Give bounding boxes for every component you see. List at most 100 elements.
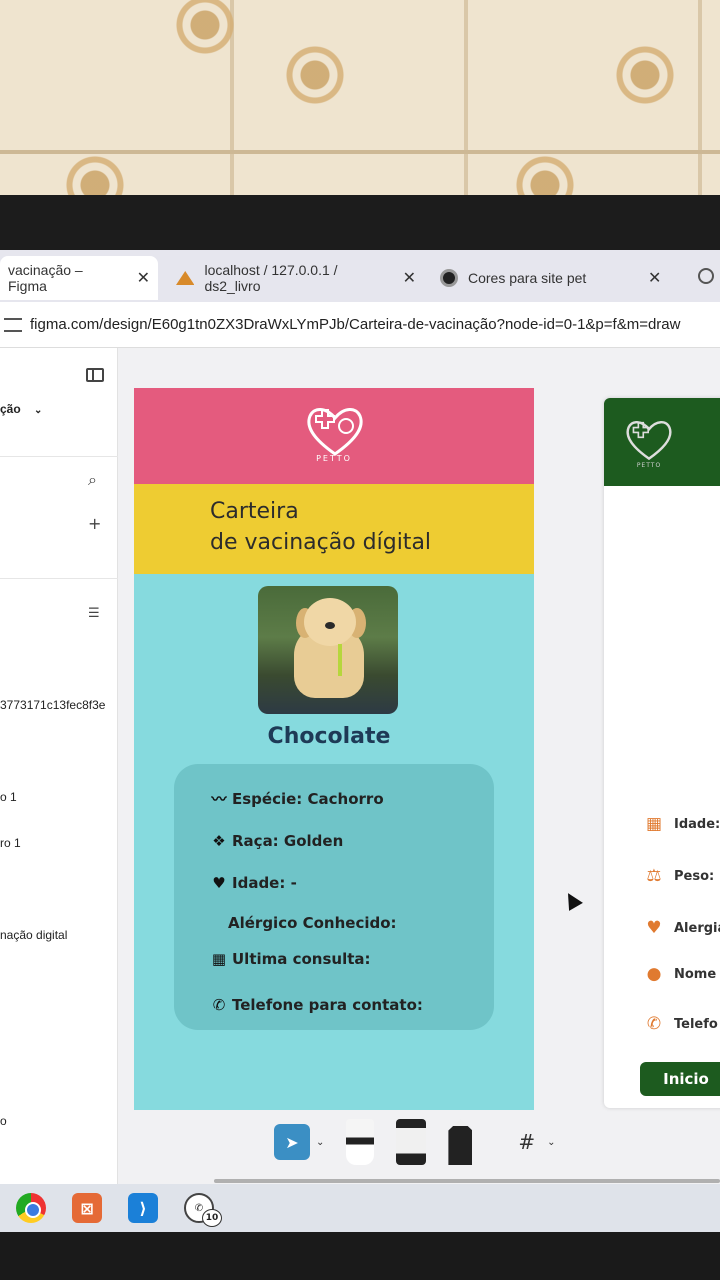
add-page-icon[interactable]: + (88, 514, 101, 533)
card2-row-idade: ▦ Idade: (644, 814, 720, 834)
info-telefone: ✆ Telefone para contato: (210, 996, 423, 1014)
notification-badge: 10 (202, 1209, 222, 1227)
info-idade: ♥ Idade: - (210, 874, 297, 892)
user-icon: ● (646, 964, 662, 984)
title-line-2: de vacinação dígital (210, 530, 432, 555)
monitor-bezel-bottom (0, 1232, 720, 1280)
card-header: PETTO (134, 388, 534, 484)
chevron-down-icon[interactable]: ⌄ (34, 405, 42, 416)
layer-item[interactable]: o (0, 1114, 7, 1128)
address-bar[interactable]: figma.com/design/E60g1tn0ZX3DraWxLYmPJb/… (0, 302, 720, 348)
file-name-label: ção (0, 402, 21, 416)
dog-nose (325, 622, 335, 629)
card-title: Carteira de vacinação dígital (210, 496, 431, 558)
heart-icon: ♥ (646, 918, 662, 938)
telefone-text: Telefone para contato: (232, 996, 423, 1014)
idade-text: Idade: - (232, 874, 297, 892)
file-name[interactable]: ção ⌄ (0, 402, 42, 416)
site-settings-icon[interactable] (4, 317, 22, 332)
divider (0, 578, 118, 579)
tab-cores[interactable]: Cores para site pet ✕ (432, 256, 682, 300)
pen-tool-icon[interactable] (346, 1119, 375, 1165)
site-icon (440, 269, 458, 287)
close-tab-icon[interactable]: ✕ (137, 268, 150, 288)
heart-icon: ♥ (212, 874, 226, 892)
raca-text: Raça: Golden (232, 832, 344, 850)
card2-header: PETTO (604, 398, 720, 486)
especie-text: Espécie: Cachorro (232, 789, 384, 808)
layer-hash[interactable]: 3773171c13fec8f3e (0, 698, 105, 712)
inicio-button[interactable]: Inicio (640, 1062, 720, 1096)
wall-flower (170, 0, 240, 60)
card2-row-peso: ⚖ Peso: (644, 866, 714, 886)
title-line-1: Carteira (210, 499, 299, 524)
calendar-icon: ▦ (645, 814, 663, 834)
select-tool-icon[interactable]: ➤ (274, 1124, 310, 1160)
marker-tool-icon[interactable] (396, 1119, 427, 1165)
alergico-text: Alérgico Conhecido: (228, 914, 397, 932)
dog-leash (338, 644, 342, 676)
info-alergico: Alérgico Conhecido: (228, 914, 397, 932)
close-tab-icon[interactable]: ✕ (648, 268, 661, 288)
telefone-label: Telefo (674, 1016, 718, 1032)
horizontal-scrollbar[interactable] (214, 1179, 720, 1183)
nome-label: Nome (674, 966, 717, 982)
phone-icon: ✆ (212, 996, 226, 1014)
pencil-tool-icon[interactable] (448, 1119, 473, 1165)
search-icon[interactable]: ⌕ (88, 470, 97, 490)
logo-text: PETTO (636, 462, 662, 469)
wall-flower (280, 40, 350, 110)
card2-row-telefone: ✆ Telefo (644, 1014, 718, 1034)
second-card-frame[interactable]: PETTO ▦ Idade: ⚖ Peso: ♥ Alergia ● Nome … (604, 398, 720, 1108)
info-consulta: ▦ Ultima consulta: (210, 950, 371, 968)
pet-name: Chocolate (267, 724, 391, 749)
background-wall (0, 0, 720, 205)
monitor-screen: vacinação – Figma ✕ localhost / 127.0.0.… (0, 250, 720, 1232)
paw-icon: ❖ (212, 832, 226, 850)
pet-info-box: 〰 Espécie: Cachorro ❖ Raça: Golden ♥ Ida… (174, 764, 494, 1030)
chevron-down-icon[interactable]: ⌄ (547, 1137, 555, 1148)
card2-row-alergia: ♥ Alergia (644, 918, 720, 938)
petto-logo-icon (626, 421, 672, 461)
vscode-icon[interactable]: ⟩ (128, 1193, 158, 1223)
layers-list-icon[interactable]: ☰ (88, 606, 100, 621)
divider (0, 456, 118, 457)
tile-line (0, 150, 720, 154)
heartbeat-icon: 〰 (211, 790, 227, 808)
close-tab-icon[interactable]: ✕ (403, 268, 416, 288)
vaccination-card-frame[interactable]: PETTO Carteira de vacinação dígital Choc… (134, 388, 534, 1110)
whatsapp-icon[interactable]: ✆ 10 (184, 1193, 222, 1227)
figma-canvas[interactable]: PETTO Carteira de vacinação dígital Choc… (118, 348, 720, 1232)
chrome-icon[interactable] (16, 1193, 46, 1223)
browser-tab-bar: vacinação – Figma ✕ localhost / 127.0.0.… (0, 250, 720, 302)
layer-item[interactable]: o 1 (0, 790, 17, 804)
frame-tool-icon[interactable]: # (518, 1130, 535, 1154)
idade-label: Idade: (674, 816, 720, 832)
tab-label: localhost / 127.0.0.1 / ds2_livro (204, 262, 338, 294)
chevron-down-icon[interactable]: ⌄ (316, 1137, 324, 1148)
tab-figma[interactable]: vacinação – Figma ✕ (0, 256, 158, 300)
petto-logo-icon (307, 408, 363, 456)
logo-text: PETTO (316, 454, 352, 463)
figma-layers-panel: ção ⌄ ⌕ + ☰ 3773171c13fec8f3e o 1 ro 1 n… (0, 348, 118, 1232)
wall-flower (610, 40, 680, 110)
panel-toggle-icon[interactable] (86, 368, 104, 382)
peso-label: Peso: (674, 868, 715, 884)
tab-localhost[interactable]: localhost / 127.0.0.1 / ds2_livro ✕ (168, 256, 424, 300)
tab-label: Cores para site pet (468, 270, 587, 286)
tab-extra-icon[interactable] (698, 268, 714, 284)
phpmyadmin-icon (176, 271, 195, 285)
phone-icon: ✆ (646, 1014, 662, 1034)
tab-label: vacinação – Figma (8, 262, 83, 294)
xampp-icon[interactable]: ⊠ (72, 1193, 102, 1223)
layer-item[interactable]: ro 1 (0, 836, 21, 850)
calendar-icon: ▦ (211, 950, 227, 968)
figma-draw-toolbar: ➤ ⌄ # ⌄ (270, 1110, 720, 1174)
url-text[interactable]: figma.com/design/E60g1tn0ZX3DraWxLYmPJb/… (30, 316, 680, 333)
consulta-text: Ultima consulta: (232, 950, 371, 968)
info-especie: 〰 Espécie: Cachorro (210, 788, 384, 809)
card2-row-nome: ● Nome (644, 964, 717, 984)
layer-item[interactable]: nação digital (0, 928, 67, 942)
pet-photo[interactable] (258, 586, 398, 714)
mouse-cursor-icon (561, 889, 583, 911)
